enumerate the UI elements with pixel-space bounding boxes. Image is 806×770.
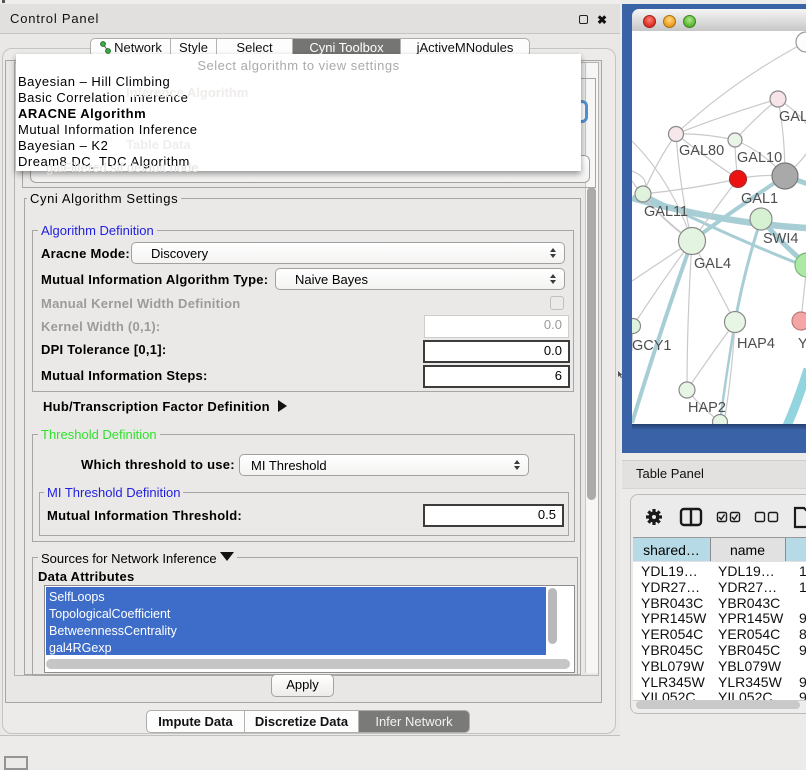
svg-text:GAL2: GAL2 <box>779 109 806 125</box>
svg-text:GAL4: GAL4 <box>694 256 731 272</box>
svg-text:Y: Y <box>798 336 806 352</box>
svg-text:GAL11: GAL11 <box>644 204 688 220</box>
svg-text:SWI4: SWI4 <box>763 231 798 247</box>
svg-text:GAL10: GAL10 <box>737 150 782 166</box>
svg-text:GCY1: GCY1 <box>632 338 672 354</box>
svg-text:HAP2: HAP2 <box>688 400 726 416</box>
svg-text:GAL80: GAL80 <box>679 143 724 159</box>
svg-text:GAL1: GAL1 <box>741 191 778 207</box>
svg-text:HAP4: HAP4 <box>737 336 775 352</box>
